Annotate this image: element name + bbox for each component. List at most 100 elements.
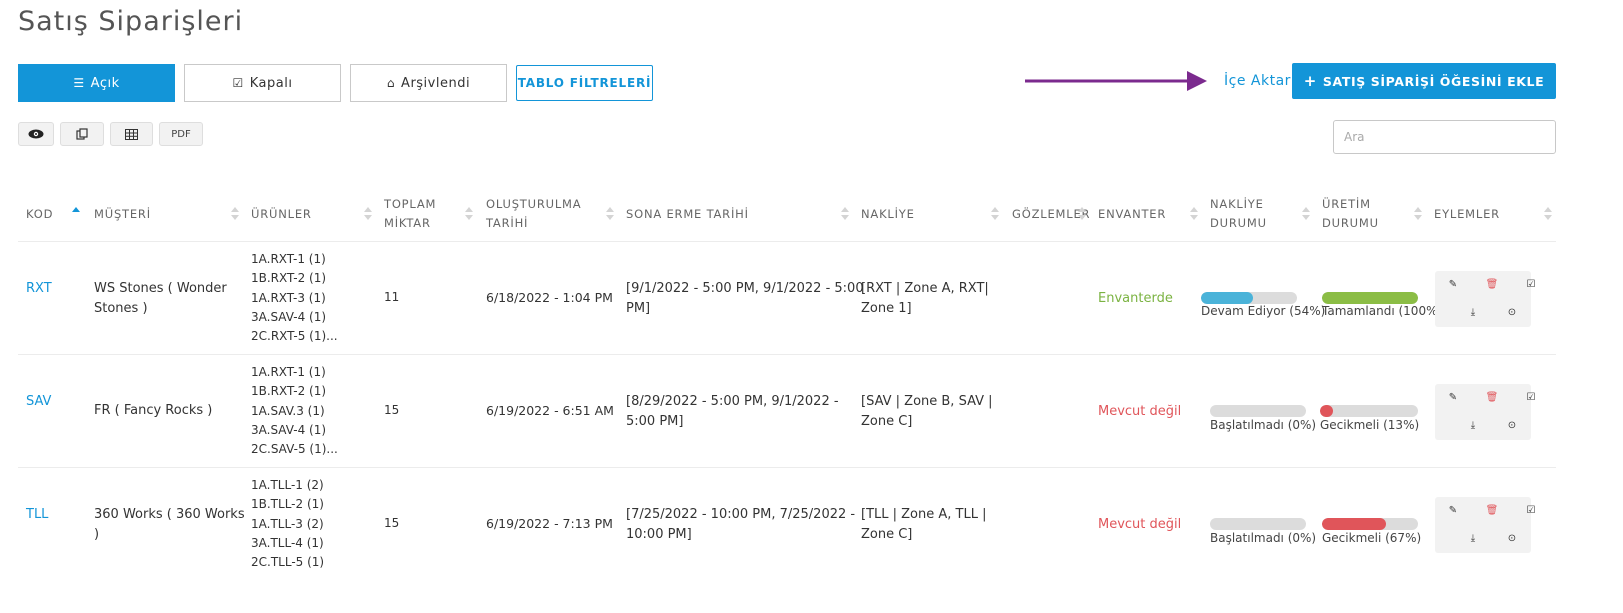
download-icon[interactable]: ⤓ [1463,417,1483,433]
inventory-status: Mevcut değil [1098,404,1182,419]
production-progress-bar [1322,518,1418,530]
row-actions: ✎ 🗑 ☑ ⤓ ⊙ [1435,271,1535,327]
total-qty-cell: 11 [384,290,400,304]
column-header-total-qty[interactable]: TOPLAM MİKTAR [384,195,436,233]
download-icon[interactable]: ⤓ [1463,304,1483,320]
edit-icon[interactable]: ✎ [1443,276,1463,292]
row-actions: ✎ 🗑 ☑ ⤓ ⊙ [1435,384,1535,440]
column-header-code[interactable]: KOD [26,205,53,224]
expiry-cell: [8/29/2022 - 5:00 PM, 9/1/2022 -5:00 PM] [626,394,839,429]
column-header-shipping[interactable]: NAKLİYE [861,205,915,224]
clock-icon[interactable]: ⊙ [1502,304,1522,320]
sort-icon[interactable] [1302,207,1310,221]
check-square-icon[interactable]: ☑ [1521,276,1541,292]
sort-icon[interactable] [465,207,473,221]
inventory-status: Envanterde [1098,291,1173,306]
edit-icon[interactable]: ✎ [1443,389,1463,405]
tab-open[interactable]: ☰ Açık [18,64,175,102]
tab-open-label: Açık [90,75,120,91]
copy-icon [76,128,88,140]
inbox-icon: ⌂ [386,76,396,90]
column-visibility-button[interactable] [18,122,54,146]
excel-button[interactable] [110,122,153,146]
annotation-arrow [1025,71,1207,91]
trash-icon[interactable]: 🗑 [1482,389,1502,405]
shipping-cell: [RXT | Zone A, RXT| Zone 1] [861,281,989,316]
table-filters-button[interactable]: TABLO FİLTRELERİ [516,65,653,101]
add-sales-order-button[interactable]: + SATIŞ SİPARİŞİ ÖĞESİNİ EKLE [1292,63,1556,99]
production-status-label: Tamamlandı (100%) [1322,304,1443,318]
tab-archived[interactable]: ⌂ Arşivlendi [350,64,507,102]
column-header-actions[interactable]: EYLEMLER [1434,205,1500,224]
table-icon [125,128,138,140]
eye-icon [28,129,44,139]
column-header-products[interactable]: ÜRÜNLER [251,205,312,224]
tab-closed-label: Kapalı [249,75,293,91]
sort-icon[interactable] [231,207,239,221]
column-header-created[interactable]: OLUŞTURULMA TARİHİ [486,195,581,233]
sort-icon[interactable] [1544,207,1552,221]
row-divider [18,354,1556,355]
order-code-link[interactable]: RXT [26,279,52,299]
created-date-cell: 6/19/2022 - 6:51 AM [486,403,614,418]
shipping-progress-fill [1201,292,1253,304]
sort-icon[interactable] [841,207,849,221]
total-qty-cell: 15 [384,403,400,417]
check-square-icon[interactable]: ☑ [1521,389,1541,405]
page-title: Satış Siparişleri [18,6,244,37]
trash-icon[interactable]: 🗑 [1482,502,1502,518]
sort-icon[interactable] [364,207,372,221]
total-qty-cell: 15 [384,516,400,530]
production-progress-fill [1322,292,1418,304]
sort-icon[interactable] [1414,207,1422,221]
customer-cell: 360 Works ( 360 Works) [94,507,245,542]
clock-icon[interactable]: ⊙ [1502,417,1522,433]
check-square-icon[interactable]: ☑ [1521,502,1541,518]
shipping-progress-bar [1201,292,1297,304]
production-progress-fill [1320,405,1333,417]
column-header-inventory[interactable]: ENVANTER [1098,205,1166,224]
production-progress-bar [1320,405,1418,417]
trash-icon[interactable]: 🗑 [1482,276,1502,292]
production-status-label: Gecikmeli (67%) [1322,531,1422,545]
order-code-link[interactable]: TLL [26,505,48,525]
expiry-cell: [7/25/2022 - 10:00 PM, 7/25/2022 -10:00 … [626,507,856,542]
row-divider [18,467,1556,468]
copy-button[interactable] [60,122,104,146]
sort-icon[interactable] [1078,207,1086,221]
tab-closed[interactable]: ☑ Kapalı [184,64,341,102]
products-cell: 1A.RXT-1 (1) 1B.RXT-2 (1) 1A.RXT-3 (1) 3A.S… [251,252,338,344]
pdf-button[interactable]: PDF [159,122,203,146]
sort-icon[interactable] [606,207,614,221]
shipping-progress-bar [1210,518,1306,530]
column-header-customer[interactable]: MÜŞTERİ [94,205,151,224]
order-code-link[interactable]: SAV [26,392,51,412]
header-divider [18,241,1556,242]
sort-icon[interactable] [1190,207,1198,221]
production-progress-bar [1322,292,1418,304]
created-date-cell: 6/18/2022 - 1:04 PM [486,290,613,305]
shipping-status-label: Başlatılmadı (0%) [1210,418,1317,432]
customer-cell: WS Stones ( Wonder Stones ) [94,281,227,316]
clock-icon[interactable]: ⊙ [1502,530,1522,546]
search-input[interactable] [1333,120,1556,154]
add-sales-order-label: SATIŞ SİPARİŞİ ÖĞESİNİ EKLE [1322,73,1545,89]
expiry-cell: [9/1/2022 - 5:00 PM, 9/1/2022 - 5:00 PM] [626,281,864,316]
tab-archived-label: Arşivlendi [401,75,471,91]
shipping-status-label: Başlatılmadı (0%) [1210,531,1317,545]
download-icon[interactable]: ⤓ [1463,530,1483,546]
row-actions: ✎ 🗑 ☑ ⤓ ⊙ [1435,497,1535,553]
sort-asc-icon[interactable] [72,207,80,221]
shipping-cell: [SAV | Zone B, SAV | Zone C] [861,394,993,429]
shipping-cell: [TLL | Zone A, TLL | Zone C] [861,507,987,542]
sort-icon[interactable] [991,207,999,221]
import-link[interactable]: İçe Aktar [1224,73,1291,89]
created-date-cell: 6/19/2022 - 7:13 PM [486,516,613,531]
shipping-progress-bar [1210,405,1306,417]
column-header-expiry[interactable]: SONA ERME TARİHİ [626,205,749,224]
plus-icon: + [1303,72,1317,90]
column-header-production-status[interactable]: ÜRETİM DURUMU [1322,195,1379,233]
shipping-status-label: Devam Ediyor (54%) [1201,304,1326,318]
edit-icon[interactable]: ✎ [1443,502,1463,518]
column-header-shipping-status[interactable]: NAKLİYE DURUMU [1210,195,1267,233]
